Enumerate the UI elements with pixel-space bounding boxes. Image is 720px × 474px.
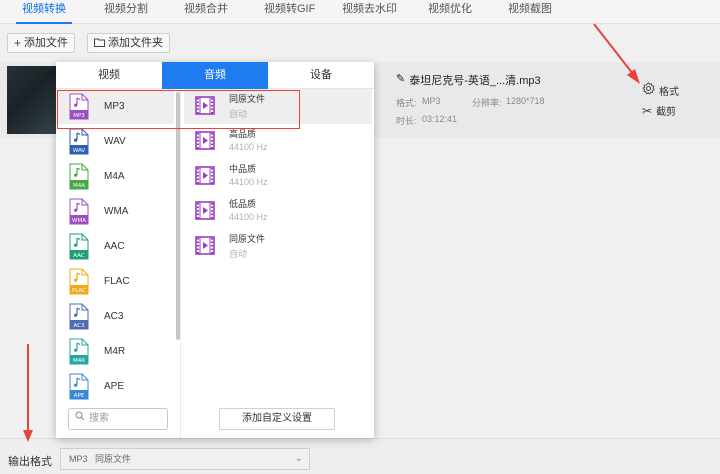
- ac3-file-icon: AC3: [69, 303, 89, 330]
- tab-remove-watermark[interactable]: 视频去水印: [342, 0, 397, 24]
- format-settings-label: 格式: [659, 86, 679, 98]
- tab-video-to-gif[interactable]: 视频转GIF: [264, 0, 315, 24]
- chevron-down-icon: ⌄: [294, 453, 303, 464]
- format-meta-label: 格式:: [396, 98, 417, 108]
- format-item-ape[interactable]: APE APE: [56, 369, 174, 401]
- audio-quality-icon: [195, 201, 215, 220]
- add-folder-label: 添加文件夹: [108, 37, 163, 49]
- file-badge-text: WMA: [72, 218, 86, 224]
- file-badge-text: M4A: [73, 183, 85, 189]
- plus-icon: +: [14, 36, 22, 50]
- tab-video-split[interactable]: 视频分割: [104, 0, 148, 24]
- tab-audio-formats[interactable]: 音频: [162, 62, 268, 89]
- format-item-m4a[interactable]: M4A M4A: [56, 159, 174, 194]
- format-item-flac[interactable]: FLAC FLAC: [56, 264, 174, 299]
- bottom-bar: 输出格式 MP3 同原文件 ⌄: [0, 438, 720, 474]
- folder-icon: [94, 34, 105, 52]
- resolution-meta-value: 1280*718: [506, 96, 545, 106]
- format-category-tabs: 视频 音频 设备: [56, 62, 374, 89]
- cut-button[interactable]: ✂ 截剪: [642, 103, 677, 119]
- format-item-wav[interactable]: WAV WAV: [56, 124, 174, 159]
- column-divider: [180, 89, 181, 438]
- tab-video-formats[interactable]: 视频: [56, 62, 162, 89]
- file-badge-text: AC3: [73, 323, 85, 329]
- add-custom-setting-button[interactable]: 添加自定义设置: [219, 408, 335, 430]
- search-placeholder: 搜索: [89, 413, 109, 424]
- tab-video-merge[interactable]: 视频合并: [184, 0, 228, 24]
- resolution-meta-label: 分辨率:: [472, 98, 502, 108]
- quality-item-low[interactable]: 低品质 44100 Hz: [184, 194, 372, 229]
- m4a-file-icon: M4A: [69, 163, 89, 190]
- scissors-icon: ✂: [642, 103, 653, 118]
- add-folder-button[interactable]: 添加文件夹: [87, 33, 170, 53]
- format-search-input[interactable]: 搜索: [68, 408, 168, 430]
- file-badge-text: APE: [74, 393, 85, 399]
- ape-file-icon: APE: [69, 373, 89, 400]
- file-badge-text: WAV: [73, 148, 86, 154]
- wav-file-icon: WAV: [69, 128, 89, 155]
- search-icon: [75, 409, 85, 429]
- tab-device-formats[interactable]: 设备: [268, 62, 374, 89]
- cut-label: 截剪: [656, 107, 677, 118]
- top-tab-bar: 视频转换 视频分割 视频合并 视频转GIF 视频去水印 视频优化 视频截图: [0, 0, 720, 24]
- output-format-label: 输出格式: [8, 456, 52, 468]
- m4r-file-icon: M4R: [69, 338, 89, 365]
- format-item-ac3[interactable]: AC3 AC3: [56, 299, 174, 334]
- file-name[interactable]: ✎ 泰坦尼克号-英语_...清.mp3: [396, 72, 541, 88]
- wma-file-icon: WMA: [69, 198, 89, 225]
- duration-meta-value: 03:12:41: [422, 114, 458, 124]
- tab-video-screenshot[interactable]: 视频截图: [508, 0, 552, 24]
- output-format-value: MP3 同原文件: [69, 454, 132, 464]
- format-item-aac[interactable]: AAC AAC: [56, 229, 174, 264]
- output-format-select[interactable]: MP3 同原文件 ⌄: [60, 448, 310, 470]
- format-item-wma[interactable]: WMA WMA: [56, 194, 174, 229]
- tab-video-convert[interactable]: 视频转换: [16, 0, 72, 24]
- add-file-button[interactable]: + 添加文件: [7, 33, 76, 53]
- add-file-label: 添加文件: [24, 37, 69, 49]
- format-list: MP3 MP3 WAV WAV M4A M4A WMA WMA AAC AAC …: [56, 89, 178, 401]
- format-meta-value: MP3: [422, 96, 441, 106]
- audio-quality-icon: [195, 166, 215, 185]
- duration-meta-label: 时长:: [396, 116, 417, 126]
- file-badge-text: AAC: [73, 253, 85, 259]
- arrow-to-output-format: [23, 344, 33, 442]
- quality-item-high[interactable]: 高品质 44100 Hz: [184, 124, 372, 159]
- highlight-box: [57, 90, 300, 129]
- format-item-m4r[interactable]: M4R M4R: [56, 334, 174, 369]
- aac-file-icon: AAC: [69, 233, 89, 260]
- quality-item-original-2[interactable]: 同原文件 自动: [184, 229, 372, 264]
- edit-icon[interactable]: ✎: [396, 72, 405, 88]
- gear-icon: [642, 82, 655, 98]
- file-badge-text: FLAC: [72, 288, 86, 294]
- quality-item-medium[interactable]: 中品质 44100 Hz: [184, 159, 372, 194]
- toolbar: + 添加文件 添加文件夹: [0, 24, 720, 60]
- audio-quality-icon: [195, 236, 215, 255]
- tab-video-optimize[interactable]: 视频优化: [428, 0, 472, 24]
- audio-quality-icon: [195, 131, 215, 150]
- format-settings-button[interactable]: 格式: [642, 82, 679, 98]
- file-badge-text: M4R: [73, 358, 85, 364]
- flac-file-icon: FLAC: [69, 268, 89, 295]
